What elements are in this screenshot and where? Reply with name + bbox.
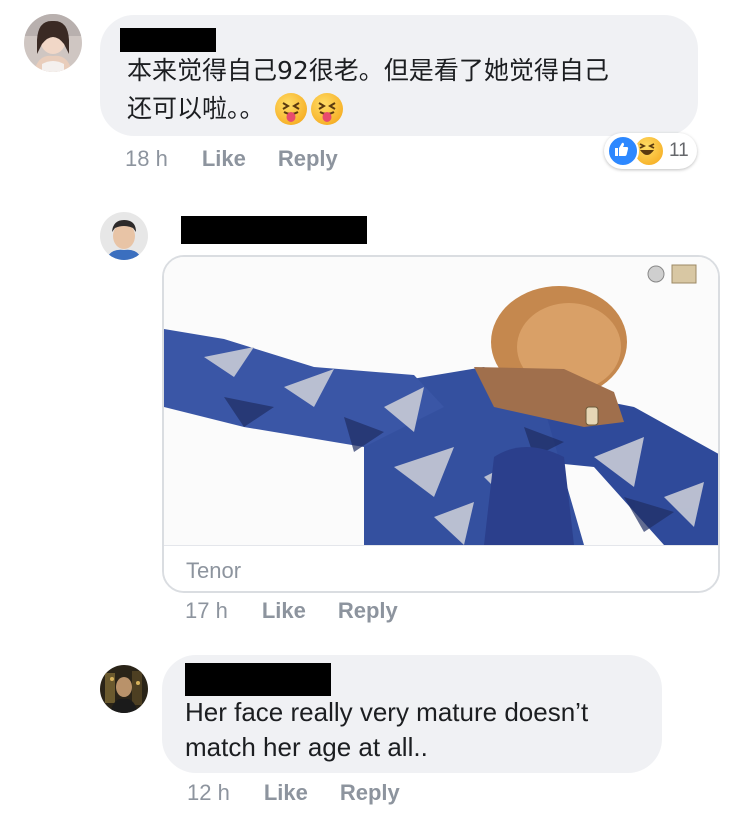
comment-text-line: 还可以啦。。 xyxy=(127,90,697,128)
like-button[interactable]: Like xyxy=(202,146,246,172)
gif-attachment[interactable]: Tenor xyxy=(162,255,720,593)
comment-text: Her face really very mature doesn’t matc… xyxy=(185,695,655,765)
comment-actions: 18 h Like Reply xyxy=(125,146,338,172)
commenter-avatar[interactable] xyxy=(24,14,82,72)
like-reaction-icon xyxy=(607,135,639,167)
commenter-avatar[interactable] xyxy=(100,212,148,260)
reaction-count: 11 xyxy=(669,140,689,161)
comment-timestamp[interactable]: 17 h xyxy=(185,598,228,624)
comment-text-line: Her face really very mature doesn’t xyxy=(185,697,589,727)
comment-text-line: match her age at all.. xyxy=(185,732,428,762)
like-button[interactable]: Like xyxy=(262,598,306,624)
comment-text-line: 本来觉得自己92很老。但是看了她觉得自己 xyxy=(127,56,609,85)
squinting-tongue-emoji-icon xyxy=(274,93,307,125)
redacted-commenter-name xyxy=(120,28,216,52)
like-button[interactable]: Like xyxy=(264,780,308,806)
comment-actions: 12 h Like Reply xyxy=(187,780,400,806)
gif-image[interactable] xyxy=(164,257,718,545)
reply-button[interactable]: Reply xyxy=(340,780,400,806)
redacted-commenter-name xyxy=(181,216,367,244)
comment-timestamp[interactable]: 18 h xyxy=(125,146,168,172)
reply-button[interactable]: Reply xyxy=(278,146,338,172)
redacted-commenter-name xyxy=(185,663,331,696)
reply-button[interactable]: Reply xyxy=(338,598,398,624)
comment-timestamp[interactable]: 12 h xyxy=(187,780,230,806)
gif-footer: Tenor xyxy=(164,545,718,591)
commenter-avatar[interactable] xyxy=(100,665,148,713)
gif-source-label[interactable]: Tenor xyxy=(186,558,241,584)
comment-actions: 17 h Like Reply xyxy=(185,598,398,624)
squinting-tongue-emoji-icon xyxy=(310,93,343,125)
comment-text: 本来觉得自己92很老。但是看了她觉得自己 还可以啦。。 xyxy=(127,52,697,128)
reactions-summary[interactable]: 11 xyxy=(604,133,697,169)
